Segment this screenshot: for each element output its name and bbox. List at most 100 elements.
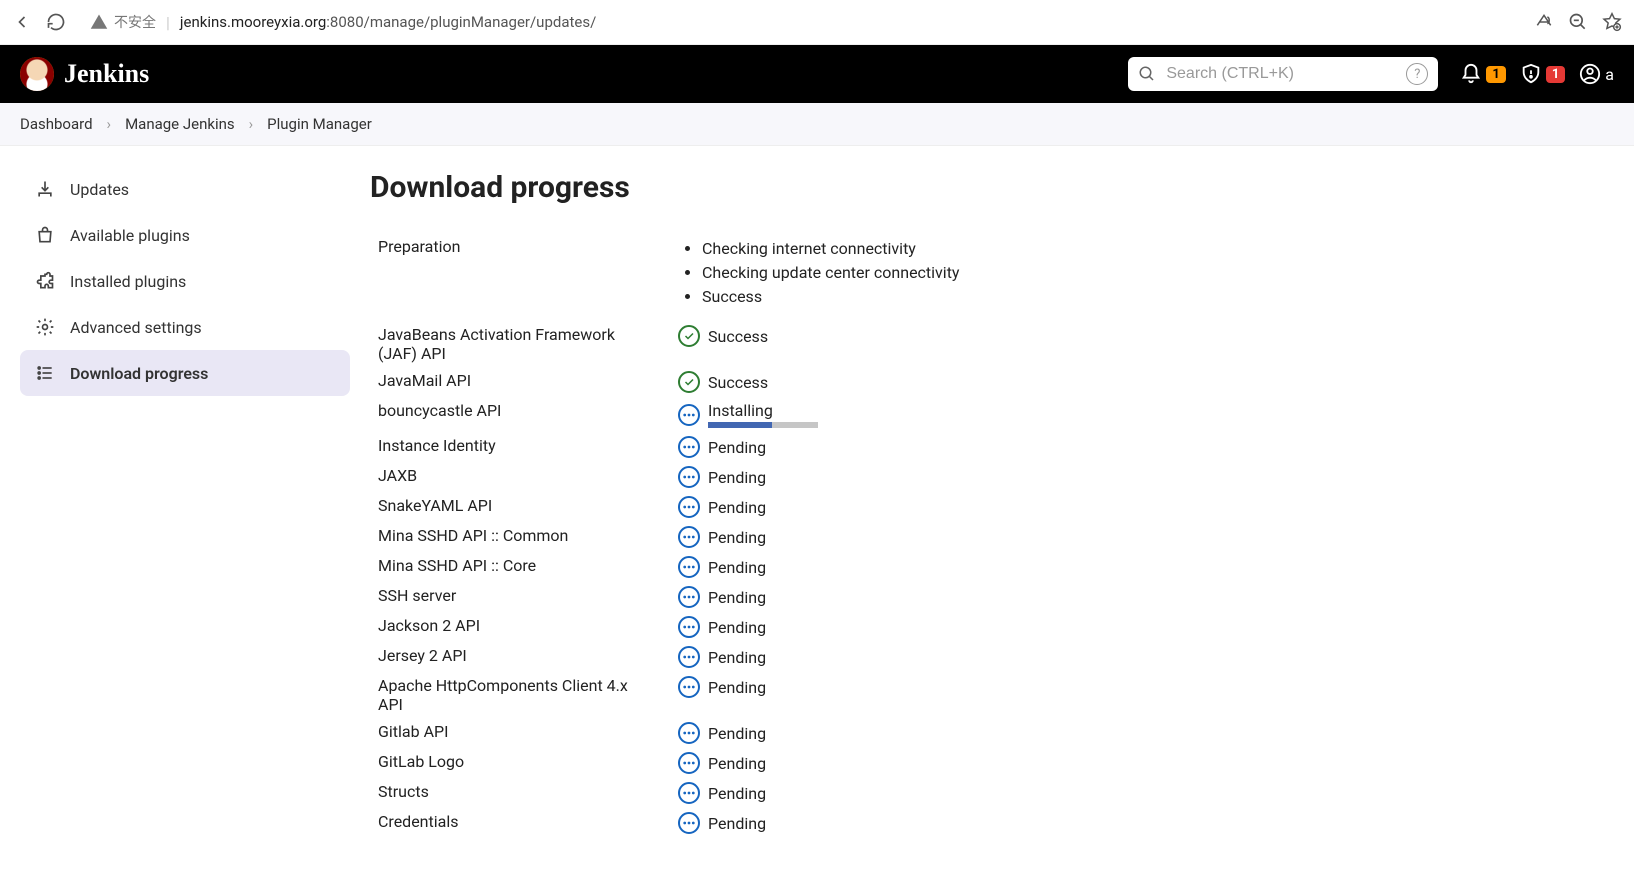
plugin-status-cell: Pending	[670, 492, 1270, 522]
plugin-name: Mina SSHD API :: Core	[370, 552, 670, 582]
plugin-status-cell: Success	[670, 321, 1270, 367]
main-content: Download progress Preparation Checking i…	[360, 146, 1634, 878]
plugin-status: Pending	[708, 618, 766, 637]
breadcrumb-item[interactable]: Dashboard	[20, 115, 93, 133]
notifications-badge: 1	[1486, 66, 1505, 83]
plugin-status: Pending	[708, 528, 766, 547]
plugin-status-cell: Pending	[670, 522, 1270, 552]
plugin-status: Pending	[708, 498, 766, 517]
plugin-status-cell: Pending	[670, 642, 1270, 672]
table-ow: JAXBPending	[370, 462, 1270, 492]
jenkins-header: Jenkins ? 1 1 a	[0, 45, 1634, 103]
sidebar-item-advanced[interactable]: Advanced settings	[20, 304, 350, 350]
chevron-right-icon: ›	[107, 115, 112, 133]
zoom-icon[interactable]	[1568, 12, 1588, 32]
pending-icon	[678, 676, 700, 698]
plugin-status: Pending	[708, 724, 766, 743]
user-icon	[1579, 63, 1601, 85]
plugin-name: Jackson 2 API	[370, 612, 670, 642]
plugin-status-cell: Pending	[670, 612, 1270, 642]
sidebar: Updates Available plugins Installed plug…	[0, 146, 360, 878]
table-ow: Gitlab API Pending	[370, 718, 1270, 748]
pending-icon	[678, 782, 700, 804]
bag-icon	[34, 224, 56, 246]
gear-icon	[34, 316, 56, 338]
favorite-icon[interactable]	[1602, 12, 1622, 32]
search-help-icon[interactable]: ?	[1406, 63, 1428, 85]
table-ow: GitLab LogoPending	[370, 748, 1270, 778]
notifications-button[interactable]: 1	[1460, 63, 1505, 85]
plugin-status-cell: Pending	[670, 432, 1270, 462]
plugin-name: bouncycastle API	[370, 397, 670, 432]
plugin-name: Jersey 2 API	[370, 642, 670, 672]
table-ow: JavaMail API Success	[370, 367, 1270, 397]
plugin-name: JavaMail API	[370, 367, 670, 397]
pending-icon	[678, 496, 700, 518]
plugin-name: Gitlab API	[370, 718, 670, 748]
prep-step: Checking update center connectivity	[702, 261, 1262, 285]
plugin-name: SSH server	[370, 582, 670, 612]
success-icon	[678, 371, 700, 393]
plugin-status: Pending	[708, 438, 766, 457]
sidebar-item-label: Advanced settings	[70, 318, 202, 337]
sidebar-item-installed[interactable]: Installed plugins	[20, 258, 350, 304]
plugin-status: Success	[708, 327, 768, 346]
puzzle-icon	[34, 270, 56, 292]
plugin-status: Installing	[708, 401, 773, 420]
breadcrumb-item[interactable]: Manage Jenkins	[125, 115, 235, 133]
user-initial: a	[1605, 65, 1614, 84]
prep-step: Success	[702, 285, 1262, 309]
plugin-status-cell: Success	[670, 367, 1270, 397]
sidebar-item-download-progress[interactable]: Download progress	[20, 350, 350, 396]
plugin-status: Pending	[708, 558, 766, 577]
refresh-icon[interactable]	[46, 12, 66, 32]
preparation-row: Preparation Checking internet connectivi…	[370, 233, 1270, 313]
plugin-status: Pending	[708, 468, 766, 487]
table-ow: StructsPending	[370, 778, 1270, 808]
url-field[interactable]: 不安全 | jenkins.mooreyxia.org:8080/manage/…	[80, 8, 1520, 36]
bell-icon	[1460, 63, 1482, 85]
plugin-status: Pending	[708, 588, 766, 607]
plugin-status: Pending	[708, 678, 766, 697]
breadcrumb-item[interactable]: Plugin Manager	[267, 115, 372, 133]
plugin-status-cell: Pending	[670, 778, 1270, 808]
sidebar-item-available[interactable]: Available plugins	[20, 212, 350, 258]
preparation-label: Preparation	[370, 233, 670, 313]
table-ow: Instance Identity Pending	[370, 432, 1270, 462]
table-ow: Jersey 2 API Pending	[370, 642, 1270, 672]
plugin-status-cell: Pending	[670, 672, 1270, 718]
sidebar-item-updates[interactable]: Updates	[20, 166, 350, 212]
sidebar-item-label: Installed plugins	[70, 272, 186, 291]
plugin-status: Pending	[708, 648, 766, 667]
browser-bar: 不安全 | jenkins.mooreyxia.org:8080/manage/…	[0, 0, 1634, 45]
back-icon[interactable]	[12, 12, 32, 32]
plugin-status-cell: Pending	[670, 552, 1270, 582]
alerts-button[interactable]: 1	[1520, 63, 1565, 85]
plugin-status-cell: Pending	[670, 582, 1270, 612]
logo[interactable]: Jenkins	[20, 57, 149, 91]
alerts-badge: 1	[1546, 66, 1565, 83]
search-box[interactable]: ?	[1128, 57, 1438, 91]
plugin-status-cell: Installing	[670, 397, 1270, 432]
user-menu[interactable]: a	[1579, 63, 1614, 85]
pending-icon	[678, 436, 700, 458]
prep-step: Checking internet connectivity	[702, 237, 1262, 261]
pending-icon	[678, 646, 700, 668]
table-ow: bouncycastle API Installing	[370, 397, 1270, 432]
list-icon	[34, 362, 56, 384]
download-icon	[34, 178, 56, 200]
plugin-status: Success	[708, 373, 768, 392]
read-aloud-icon[interactable]	[1534, 12, 1554, 32]
plugin-status-cell: Pending	[670, 808, 1270, 838]
pending-icon	[678, 722, 700, 744]
plugin-name: Credentials	[370, 808, 670, 838]
plugin-status-cell: Pending	[670, 748, 1270, 778]
pending-icon	[678, 466, 700, 488]
plugin-name: Instance Identity	[370, 432, 670, 462]
page-title: Download progress	[370, 170, 1614, 205]
table-ow: Jackson 2 API Pending	[370, 612, 1270, 642]
search-input[interactable]	[1166, 65, 1396, 83]
plugin-name: SnakeYAML API	[370, 492, 670, 522]
table-ow: JavaBeans Activation Framework (JAF) API…	[370, 321, 1270, 367]
table-ow: Mina SSHD API :: CommonPending	[370, 522, 1270, 552]
